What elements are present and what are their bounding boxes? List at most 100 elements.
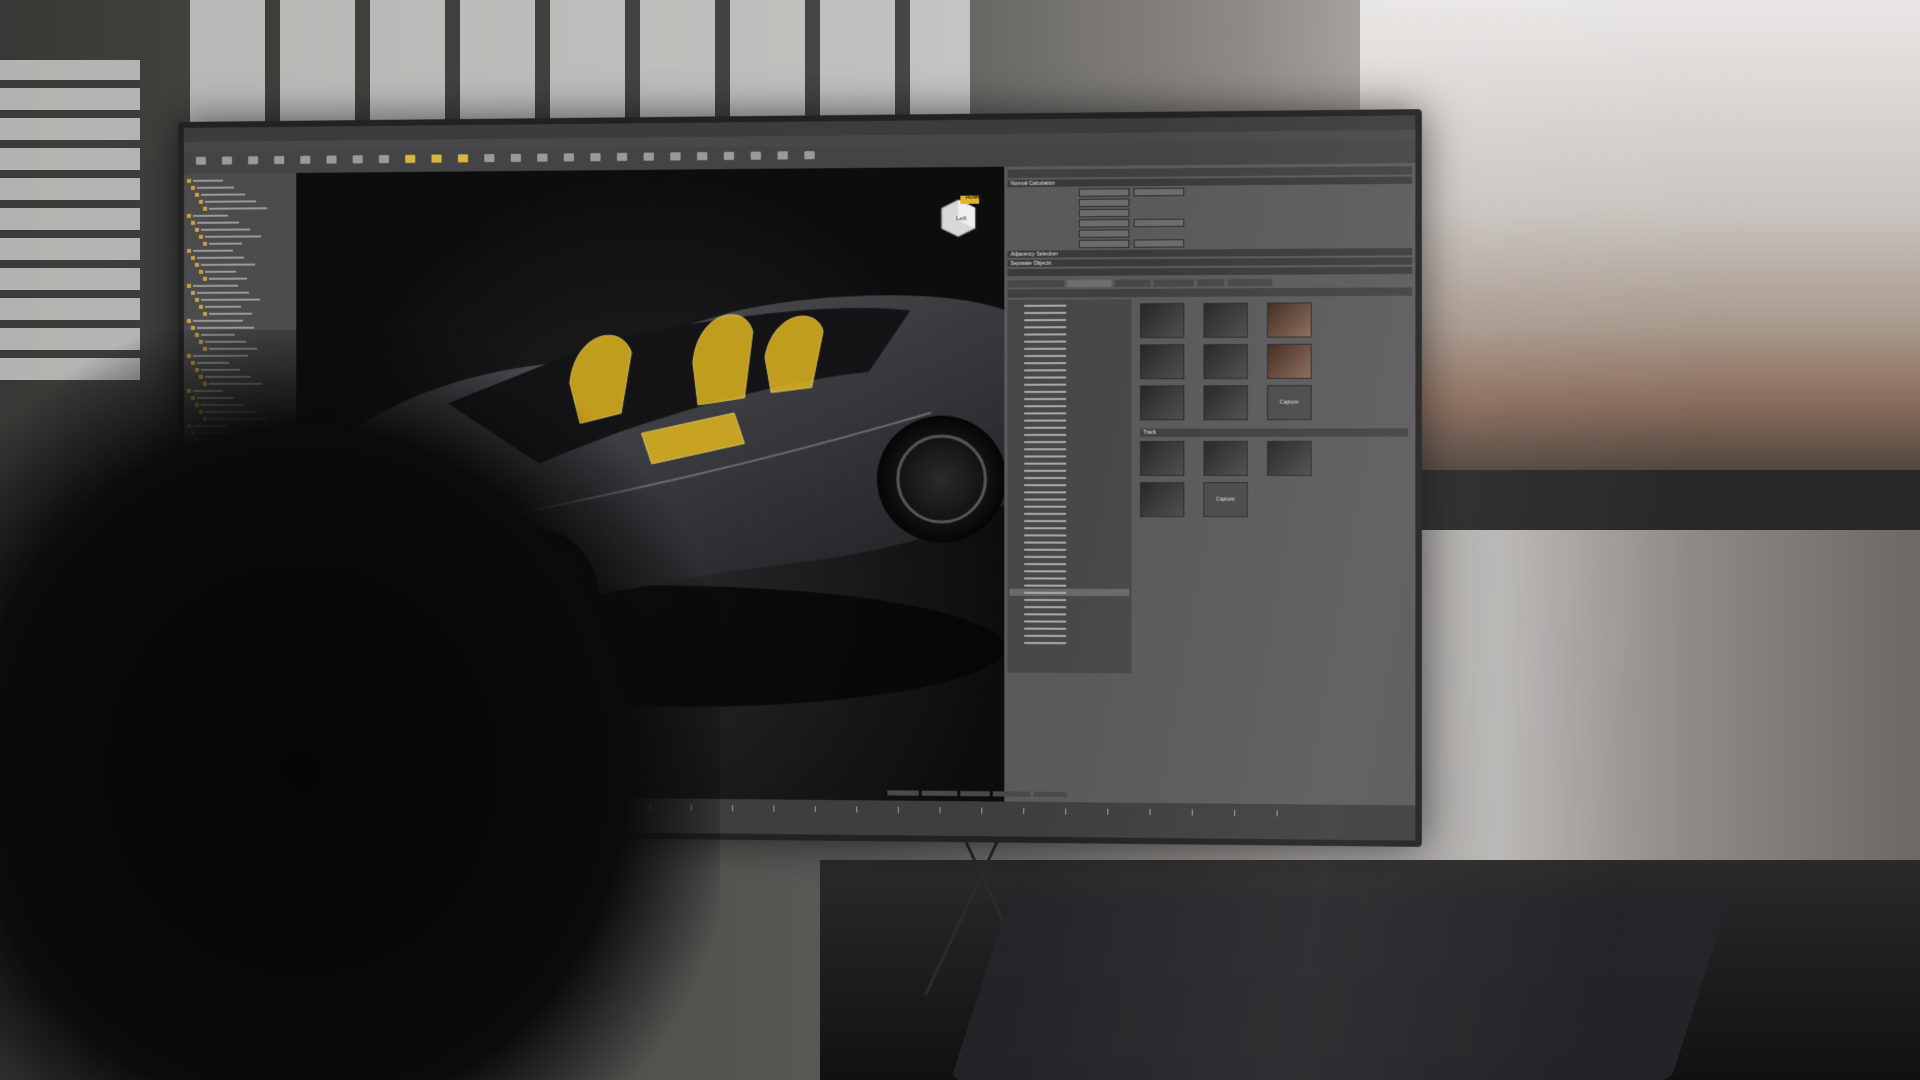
viewpoint-thumbnail[interactable] <box>1267 343 1322 379</box>
toolbar-tool[interactable] <box>373 155 395 171</box>
thumbnail-image <box>1203 343 1248 380</box>
panel-button[interactable] <box>1133 218 1185 228</box>
node-icon <box>194 227 199 232</box>
editor-tab[interactable] <box>1153 279 1194 287</box>
toolbar-tool-icon <box>697 152 708 161</box>
viewpoint-list[interactable] <box>1007 299 1132 674</box>
panel-button[interactable] <box>1078 239 1130 249</box>
toolbar-tool[interactable] <box>637 152 660 168</box>
toolbar-tool[interactable] <box>216 156 238 172</box>
adjacency-section[interactable]: Adjacency Selection <box>1007 248 1413 258</box>
viewpoint-item[interactable] <box>1010 474 1130 481</box>
toolbar-tool[interactable] <box>584 153 607 169</box>
viewpoint-item[interactable] <box>1010 481 1130 488</box>
viewpoint-item[interactable] <box>1010 503 1130 510</box>
viewpoint-thumbnail[interactable] <box>1139 344 1195 380</box>
panel-button[interactable] <box>1078 188 1130 197</box>
node-icon <box>202 206 207 211</box>
editor-tab[interactable] <box>1007 280 1065 288</box>
editor-tab[interactable] <box>1114 279 1151 287</box>
toolbar-tool[interactable] <box>399 154 421 171</box>
panel-button[interactable] <box>1078 229 1130 238</box>
viewpoint-item[interactable] <box>1010 460 1130 467</box>
collapsed-section[interactable] <box>1007 266 1413 277</box>
viewpoint-item[interactable] <box>1010 467 1130 474</box>
viewpoint-thumbnail[interactable] <box>1267 302 1322 338</box>
toolbar-tool[interactable] <box>505 153 527 170</box>
viewpoint-thumbnail[interactable] <box>1203 302 1258 338</box>
toolbar-tool[interactable] <box>268 156 290 172</box>
viewpoint-item[interactable] <box>1010 488 1130 495</box>
toolbar-tool[interactable] <box>718 151 741 168</box>
timeline-tab[interactable] <box>1033 791 1068 798</box>
toolbar-tool[interactable] <box>190 156 212 173</box>
toolbar-tool[interactable] <box>531 153 553 169</box>
toolbar-tool-icon <box>510 153 521 162</box>
capture-button[interactable]: Capture <box>1203 482 1248 518</box>
timeline-tab[interactable] <box>921 790 958 797</box>
toolbar-tool[interactable] <box>425 154 447 170</box>
separate-section[interactable]: Separate Objects <box>1007 257 1413 268</box>
editor-tab[interactable] <box>1227 278 1273 287</box>
viewpoint-thumbnail[interactable] <box>1203 343 1258 380</box>
toolbar-tool-icon <box>300 155 311 164</box>
node-label-placeholder <box>208 206 268 210</box>
toolbar-tool[interactable] <box>294 155 316 172</box>
viewpoint-thumbnail[interactable] <box>1139 385 1195 421</box>
toolbar-tool[interactable] <box>798 151 821 168</box>
viewpoint-thumbnail[interactable] <box>1203 440 1258 476</box>
capture-button[interactable]: Capture <box>1267 385 1312 421</box>
viewpoint-label-placeholder <box>1024 512 1067 515</box>
viewpoint-thumbnail[interactable] <box>1139 440 1195 476</box>
editor-tabs <box>1007 278 1412 288</box>
viewpoint-thumbnail[interactable] <box>1139 482 1195 518</box>
viewpoint-label-placeholder <box>1024 404 1067 407</box>
panel-button[interactable] <box>1133 187 1185 197</box>
toolbar-tool[interactable] <box>452 154 474 170</box>
panel-button[interactable] <box>1078 208 1130 218</box>
viewpoint-item[interactable] <box>1010 495 1130 502</box>
viewpoint-thumbnail[interactable] <box>1139 303 1195 339</box>
node-label-placeholder <box>196 256 245 259</box>
toolbar-tool[interactable] <box>320 155 342 171</box>
toolbar-tool[interactable] <box>478 154 500 170</box>
toolbar-tool[interactable] <box>558 153 580 169</box>
node-label-placeholder <box>192 319 244 322</box>
timeline-tab[interactable] <box>887 790 919 796</box>
timeline-tab[interactable] <box>992 791 1031 797</box>
panel-row <box>1007 238 1412 249</box>
node-label-placeholder <box>204 270 237 273</box>
panel-button[interactable] <box>1133 239 1185 248</box>
toolbar-tool[interactable] <box>771 151 794 167</box>
viewpoint-item[interactable] <box>1010 639 1130 647</box>
toolbar-tool[interactable] <box>347 155 369 171</box>
toolbar-tool[interactable] <box>242 156 264 172</box>
viewpoint-label-placeholder <box>1024 462 1067 465</box>
room-scene: HOME Left Normal Calculation Adjacency S… <box>0 0 1920 1080</box>
editor-tab[interactable] <box>1067 279 1112 288</box>
toolbar-tool[interactable] <box>691 152 714 168</box>
node-label-placeholder <box>200 298 261 301</box>
thumbnail-image <box>1203 440 1248 476</box>
panel-button[interactable] <box>1078 219 1130 228</box>
viewpoint-label-placeholder <box>1024 304 1067 307</box>
timeline-tab[interactable] <box>960 790 990 797</box>
viewpoint-thumbnail[interactable] <box>1203 385 1258 421</box>
node-label-placeholder <box>192 284 239 287</box>
track-header: Track <box>1139 428 1408 437</box>
viewpoint-thumbnail[interactable] <box>1267 440 1322 476</box>
toolbar-tool-icon <box>670 152 681 161</box>
node-label-placeholder <box>192 179 223 182</box>
panel-button[interactable] <box>1078 198 1130 208</box>
viewpoint-item[interactable] <box>1010 452 1130 459</box>
viewpoint-item[interactable] <box>1010 438 1130 445</box>
thumbnail-image <box>1267 302 1312 338</box>
toolbar-tool[interactable] <box>611 152 634 169</box>
viewpoint-item[interactable] <box>1010 445 1130 452</box>
toolbar-tool[interactable] <box>664 152 687 168</box>
toolbar-tool[interactable] <box>744 151 767 167</box>
node-icon <box>202 241 207 246</box>
navcube-icon[interactable]: HOME Left <box>933 193 981 240</box>
toolbar-tool-icon <box>616 152 628 161</box>
editor-tab[interactable] <box>1197 279 1225 287</box>
